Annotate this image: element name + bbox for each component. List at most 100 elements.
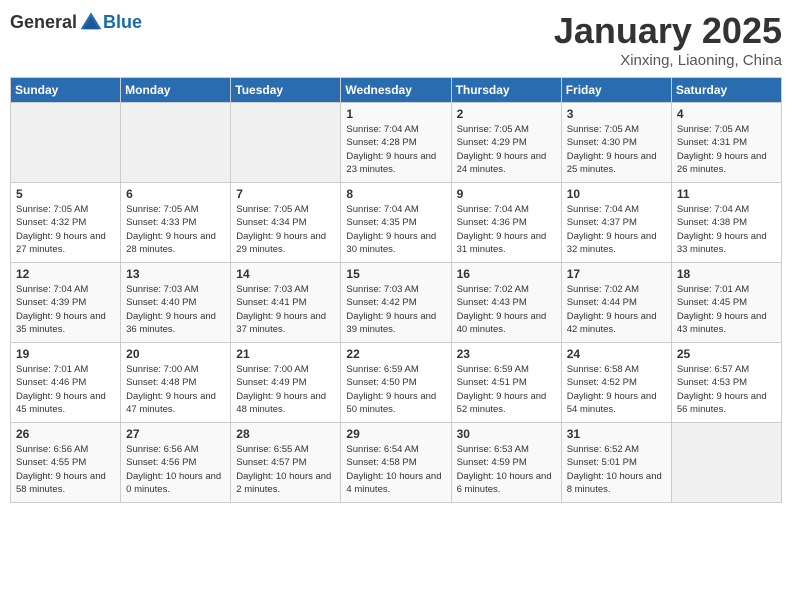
day-info: Sunrise: 7:05 AM Sunset: 4:33 PM Dayligh… bbox=[126, 203, 225, 256]
calendar-week-row: 1 Sunrise: 7:04 AM Sunset: 4:28 PM Daylig… bbox=[11, 103, 782, 183]
day-number: 31 bbox=[567, 427, 666, 441]
day-info: Sunrise: 6:56 AM Sunset: 4:56 PM Dayligh… bbox=[126, 443, 225, 496]
calendar-cell: 5Sunrise: 7:05 AM Sunset: 4:32 PM Daylig… bbox=[11, 183, 121, 263]
calendar-cell: 11Sunrise: 7:04 AM Sunset: 4:38 PM Dayli… bbox=[671, 183, 781, 263]
day-number: 26 bbox=[16, 427, 115, 441]
day-number: 1 bbox=[346, 107, 445, 121]
month-title: January 2025 bbox=[554, 10, 782, 52]
calendar-cell: 15Sunrise: 7:03 AM Sunset: 4:42 PM Dayli… bbox=[341, 263, 451, 343]
day-info: Sunrise: 7:01 AM Sunset: 4:46 PM Dayligh… bbox=[16, 363, 115, 416]
day-info: Sunrise: 7:04 AM Sunset: 4:28 PM Dayligh… bbox=[346, 123, 445, 176]
calendar-cell: 26 Sunrise: 6:56 AM Sunset: 4:55 PM Dayli… bbox=[11, 423, 121, 503]
day-number: 18 bbox=[677, 267, 776, 281]
day-info: Sunrise: 7:03 AM Sunset: 4:42 PM Dayligh… bbox=[346, 283, 445, 336]
calendar-cell: 25 Sunrise: 6:57 AM Sunset: 4:53 PM Dayli… bbox=[671, 343, 781, 423]
day-number: 14 bbox=[236, 267, 335, 281]
day-number: 23 bbox=[457, 347, 556, 361]
calendar-cell: 8 Sunrise: 7:04 AM Sunset: 4:35 PM Daylig… bbox=[341, 183, 451, 263]
calendar-cell: 30Sunrise: 6:53 AM Sunset: 4:59 PM Dayli… bbox=[451, 423, 561, 503]
calendar-cell: 3 Sunrise: 7:05 AM Sunset: 4:30 PM Daylig… bbox=[561, 103, 671, 183]
day-info: Sunrise: 7:03 AM Sunset: 4:41 PM Dayligh… bbox=[236, 283, 335, 336]
calendar-cell: 1 Sunrise: 7:04 AM Sunset: 4:28 PM Daylig… bbox=[341, 103, 451, 183]
day-number: 25 bbox=[677, 347, 776, 361]
calendar-cell: 24 Sunrise: 6:58 AM Sunset: 4:52 PM Dayli… bbox=[561, 343, 671, 423]
page-header: General Blue January 2025 Xinxing, Liaon… bbox=[10, 10, 782, 69]
day-info: Sunrise: 6:59 AM Sunset: 4:51 PM Dayligh… bbox=[457, 363, 556, 416]
day-number: 6 bbox=[126, 187, 225, 201]
day-info: Sunrise: 7:05 AM Sunset: 4:30 PM Dayligh… bbox=[567, 123, 666, 176]
day-info: Sunrise: 7:05 AM Sunset: 4:31 PM Dayligh… bbox=[677, 123, 776, 176]
calendar-cell: 21Sunrise: 7:00 AM Sunset: 4:49 PM Dayli… bbox=[231, 343, 341, 423]
logo-general: General bbox=[10, 12, 77, 33]
calendar-cell: 20 Sunrise: 7:00 AM Sunset: 4:48 PM Dayli… bbox=[121, 343, 231, 423]
day-info: Sunrise: 7:05 AM Sunset: 4:29 PM Dayligh… bbox=[457, 123, 556, 176]
day-number: 2 bbox=[457, 107, 556, 121]
calendar-cell: 27 Sunrise: 6:56 AM Sunset: 4:56 PM Dayli… bbox=[121, 423, 231, 503]
calendar-cell bbox=[231, 103, 341, 183]
day-info: Sunrise: 6:56 AM Sunset: 4:55 PM Dayligh… bbox=[16, 443, 115, 496]
location-subtitle: Xinxing, Liaoning, China bbox=[554, 52, 782, 69]
calendar-cell: 16 Sunrise: 7:02 AM Sunset: 4:43 PM Dayli… bbox=[451, 263, 561, 343]
calendar-cell: 9 Sunrise: 7:04 AM Sunset: 4:36 PM Daylig… bbox=[451, 183, 561, 263]
day-info: Sunrise: 7:04 AM Sunset: 4:35 PM Dayligh… bbox=[346, 203, 445, 256]
weekday-header-row: SundayMondayTuesdayWednesdayThursdayFrid… bbox=[11, 78, 782, 103]
day-number: 13 bbox=[126, 267, 225, 281]
calendar-cell bbox=[11, 103, 121, 183]
day-number: 9 bbox=[457, 187, 556, 201]
day-info: Sunrise: 6:57 AM Sunset: 4:53 PM Dayligh… bbox=[677, 363, 776, 416]
day-info: Sunrise: 7:05 AM Sunset: 4:34 PM Dayligh… bbox=[236, 203, 335, 256]
calendar-week-row: 19 Sunrise: 7:01 AM Sunset: 4:46 PM Dayli… bbox=[11, 343, 782, 423]
day-info: Sunrise: 6:59 AM Sunset: 4:50 PM Dayligh… bbox=[346, 363, 445, 416]
calendar-week-row: 12 Sunrise: 7:04 AM Sunset: 4:39 PM Dayli… bbox=[11, 263, 782, 343]
day-number: 28 bbox=[236, 427, 335, 441]
weekday-header-monday: Monday bbox=[121, 78, 231, 103]
calendar-week-row: 5Sunrise: 7:05 AM Sunset: 4:32 PM Daylig… bbox=[11, 183, 782, 263]
day-number: 17 bbox=[567, 267, 666, 281]
day-info: Sunrise: 7:04 AM Sunset: 4:38 PM Dayligh… bbox=[677, 203, 776, 256]
calendar-cell: 10Sunrise: 7:04 AM Sunset: 4:37 PM Dayli… bbox=[561, 183, 671, 263]
day-number: 4 bbox=[677, 107, 776, 121]
calendar-cell bbox=[671, 423, 781, 503]
calendar-cell: 6 Sunrise: 7:05 AM Sunset: 4:33 PM Daylig… bbox=[121, 183, 231, 263]
calendar-cell: 18 Sunrise: 7:01 AM Sunset: 4:45 PM Dayli… bbox=[671, 263, 781, 343]
day-info: Sunrise: 7:04 AM Sunset: 4:39 PM Dayligh… bbox=[16, 283, 115, 336]
day-info: Sunrise: 6:58 AM Sunset: 4:52 PM Dayligh… bbox=[567, 363, 666, 416]
day-info: Sunrise: 7:04 AM Sunset: 4:36 PM Dayligh… bbox=[457, 203, 556, 256]
day-number: 24 bbox=[567, 347, 666, 361]
day-number: 5 bbox=[16, 187, 115, 201]
calendar-cell: 4 Sunrise: 7:05 AM Sunset: 4:31 PM Daylig… bbox=[671, 103, 781, 183]
weekday-header-saturday: Saturday bbox=[671, 78, 781, 103]
day-number: 20 bbox=[126, 347, 225, 361]
day-number: 8 bbox=[346, 187, 445, 201]
day-info: Sunrise: 7:00 AM Sunset: 4:48 PM Dayligh… bbox=[126, 363, 225, 416]
logo-icon bbox=[79, 10, 103, 34]
day-number: 7 bbox=[236, 187, 335, 201]
day-number: 27 bbox=[126, 427, 225, 441]
day-number: 19 bbox=[16, 347, 115, 361]
calendar-cell: 7 Sunrise: 7:05 AM Sunset: 4:34 PM Daylig… bbox=[231, 183, 341, 263]
weekday-header-friday: Friday bbox=[561, 78, 671, 103]
weekday-header-thursday: Thursday bbox=[451, 78, 561, 103]
day-info: Sunrise: 7:02 AM Sunset: 4:43 PM Dayligh… bbox=[457, 283, 556, 336]
weekday-header-wednesday: Wednesday bbox=[341, 78, 451, 103]
day-number: 12 bbox=[16, 267, 115, 281]
calendar-cell: 28Sunrise: 6:55 AM Sunset: 4:57 PM Dayli… bbox=[231, 423, 341, 503]
day-info: Sunrise: 6:52 AM Sunset: 5:01 PM Dayligh… bbox=[567, 443, 666, 496]
day-info: Sunrise: 6:54 AM Sunset: 4:58 PM Dayligh… bbox=[346, 443, 445, 496]
logo: General Blue bbox=[10, 10, 142, 34]
day-info: Sunrise: 7:01 AM Sunset: 4:45 PM Dayligh… bbox=[677, 283, 776, 336]
calendar-cell: 13 Sunrise: 7:03 AM Sunset: 4:40 PM Dayli… bbox=[121, 263, 231, 343]
day-number: 29 bbox=[346, 427, 445, 441]
weekday-header-tuesday: Tuesday bbox=[231, 78, 341, 103]
calendar-cell: 23 Sunrise: 6:59 AM Sunset: 4:51 PM Dayli… bbox=[451, 343, 561, 423]
weekday-header-sunday: Sunday bbox=[11, 78, 121, 103]
day-number: 10 bbox=[567, 187, 666, 201]
calendar-cell: 12 Sunrise: 7:04 AM Sunset: 4:39 PM Dayli… bbox=[11, 263, 121, 343]
day-number: 30 bbox=[457, 427, 556, 441]
title-block: January 2025 Xinxing, Liaoning, China bbox=[554, 10, 782, 69]
day-info: Sunrise: 7:02 AM Sunset: 4:44 PM Dayligh… bbox=[567, 283, 666, 336]
day-info: Sunrise: 7:03 AM Sunset: 4:40 PM Dayligh… bbox=[126, 283, 225, 336]
day-number: 16 bbox=[457, 267, 556, 281]
day-number: 3 bbox=[567, 107, 666, 121]
calendar-table: SundayMondayTuesdayWednesdayThursdayFrid… bbox=[10, 77, 782, 503]
